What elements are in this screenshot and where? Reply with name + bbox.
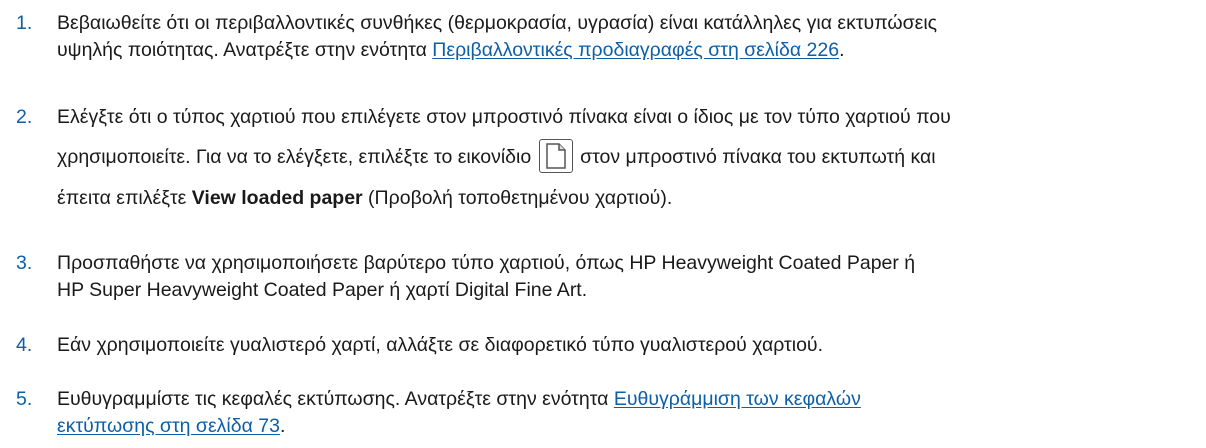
step-text-line: Βεβαιωθείτε ότι οι περιβαλλοντικές συνθή… <box>57 12 938 34</box>
step-text-line: HP Super Heavyweight Coated Paper ή χαρτ… <box>57 279 588 301</box>
link-environmental-specifications[interactable]: Περιβαλλοντικές προδιαγραφές στη σελίδα … <box>432 39 839 61</box>
step-text-line: Εάν χρησιμοποιείτε γυαλιστερό χαρτί, αλλ… <box>57 334 823 356</box>
step-number: 4. <box>16 334 33 356</box>
text-segment: στον μπροστινό πίνακα του εκτυπωτή και <box>580 146 936 169</box>
link-printhead-alignment-cont[interactable]: εκτύπωσης στη σελίδα 73 <box>57 415 280 437</box>
text-segment: . <box>279 415 286 437</box>
step-text-line: χρησιμοποιείτε. Για να το ελέγξετε, επιλ… <box>57 139 1197 175</box>
step-text: Ελέγξτε ότι ο τύπος χαρτιού που επιλέγετ… <box>57 104 1197 212</box>
step-text-line: έπειτα επιλέξτε View loaded paper (Προβο… <box>57 185 1197 212</box>
step-text-line: Ευθυγραμμίστε τις κεφαλές εκτύπωσης. Ανα… <box>57 386 1197 413</box>
step-text: Βεβαιωθείτε ότι οι περιβαλλοντικές συνθή… <box>57 10 1197 64</box>
step-text: Προσπαθήστε να χρησιμοποιήσετε βαρύτερο … <box>57 250 1197 304</box>
step-text-line: Προσπαθήστε να χρησιμοποιήσετε βαρύτερο … <box>57 252 916 274</box>
step-number: 2. <box>16 106 33 128</box>
text-segment: χρησιμοποιείτε. Για να το ελέγξετε, επιλ… <box>57 146 532 169</box>
text-segment: Ευθυγραμμίστε τις κεφαλές εκτύπωσης. Ανα… <box>57 388 614 410</box>
step-number: 3. <box>16 252 33 274</box>
step-number: 5. <box>16 388 33 410</box>
link-printhead-alignment[interactable]: Ευθυγράμμιση των κεφαλών <box>614 388 861 410</box>
step-text-line: εκτύπωσης στη σελίδα 73. <box>57 413 1197 440</box>
step-text-line: Ελέγξτε ότι ο τύπος χαρτιού που επιλέγετ… <box>57 106 951 128</box>
text-segment: (Προβολή τοποθετημένου χαρτιού). <box>362 187 673 209</box>
text-segment: . <box>839 39 845 61</box>
paper-icon <box>538 139 573 173</box>
step-text: Ευθυγραμμίστε τις κεφαλές εκτύπωσης. Ανα… <box>57 386 1197 440</box>
text-segment: έπειτα επιλέξτε <box>57 187 192 209</box>
text-segment: υψηλής ποιότητας. Ανατρέξτε στην ενότητα <box>57 39 433 61</box>
menu-option-label: View loaded paper <box>191 187 363 209</box>
step-number: 1. <box>16 12 33 34</box>
step-text-line: υψηλής ποιότητας. Ανατρέξτε στην ενότητα… <box>57 37 1197 64</box>
step-text: Εάν χρησιμοποιείτε γυαλιστερό χαρτί, αλλ… <box>57 332 1197 359</box>
